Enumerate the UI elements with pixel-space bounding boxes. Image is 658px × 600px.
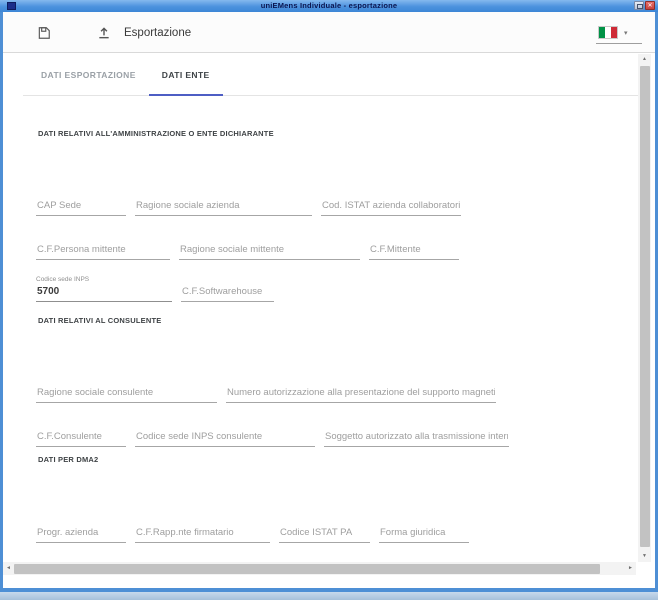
form-row — [36, 525, 620, 543]
horizontal-scrollbar-thumb[interactable] — [14, 564, 600, 574]
horizontal-scrollbar[interactable]: ◄ ► — [3, 562, 636, 575]
vertical-scrollbar-thumb[interactable] — [640, 66, 650, 547]
save-icon[interactable] — [37, 26, 51, 40]
field-cf-rappnte-firmatario — [135, 525, 270, 543]
tab-dati-ente[interactable]: DATI ENTE — [149, 53, 223, 96]
scroll-left-icon[interactable]: ◄ — [3, 562, 14, 575]
cf-persona-mittente-input[interactable] — [36, 242, 170, 260]
ente-form: DATI RELATIVI ALL'AMMINISTRAZIONE O ENTE… — [3, 129, 638, 543]
form-row — [36, 242, 620, 260]
field-cf-softwarehouse — [181, 276, 274, 302]
soggetto-autorizzato-input[interactable] — [324, 429, 509, 447]
field-cf-persona-mittente — [36, 242, 170, 260]
codice-istat-pa-input[interactable] — [279, 525, 370, 543]
titlebar: uniEMens Individuale - esportazione ✕ — [0, 0, 658, 12]
field-cf-mittente — [369, 242, 459, 260]
ragione-sociale-mittente-input[interactable] — [179, 242, 360, 260]
close-button[interactable]: ✕ — [645, 1, 655, 10]
form-row — [36, 429, 620, 447]
section-heading-dma2: DATI PER DMA2 — [38, 455, 620, 464]
codice-sede-inps-consulente-input[interactable] — [135, 429, 315, 447]
tab-bar: DATI ESPORTAZIONE DATI ENTE — [3, 53, 638, 96]
cf-consulente-input[interactable] — [36, 429, 126, 447]
toolbar: Esportazione ▾ — [0, 12, 658, 53]
field-ragione-sociale-consulente — [36, 385, 217, 403]
field-numero-autorizzazione — [226, 385, 496, 403]
ragione-sociale-azienda-input[interactable] — [135, 198, 312, 216]
app-window: uniEMens Individuale - esportazione ✕ Es… — [0, 0, 658, 592]
cod-istat-azienda-collaboratori-input[interactable] — [321, 198, 461, 216]
export-upload-icon[interactable] — [97, 26, 111, 40]
scroll-down-icon[interactable]: ▼ — [638, 551, 651, 562]
restore-button[interactable] — [634, 1, 644, 10]
cf-rappnte-firmatario-input[interactable] — [135, 525, 270, 543]
field-codice-istat-pa — [279, 525, 370, 543]
tab-dati-esportazione[interactable]: DATI ESPORTAZIONE — [28, 53, 149, 96]
field-ragione-sociale-azienda — [135, 198, 312, 216]
scroll-up-icon[interactable]: ▲ — [638, 54, 651, 65]
progr-azienda-input[interactable] — [36, 525, 126, 543]
codice-sede-inps-label: Codice sede INPS — [36, 276, 172, 283]
field-codice-sede-inps-consulente — [135, 429, 315, 447]
form-row — [36, 385, 620, 403]
window-border-bottom — [0, 588, 658, 592]
field-codice-sede-inps: Codice sede INPS — [36, 276, 172, 302]
numero-autorizzazione-input[interactable] — [226, 385, 496, 403]
field-cap-sede — [36, 198, 126, 216]
language-select[interactable]: ▾ — [596, 22, 642, 44]
section-heading-amministrazione: DATI RELATIVI ALL'AMMINISTRAZIONE O ENTE… — [38, 129, 620, 138]
window-border-left — [0, 12, 3, 592]
field-cf-consulente — [36, 429, 126, 447]
vertical-scrollbar[interactable]: ▲ ▼ — [638, 54, 651, 562]
field-progr-azienda — [36, 525, 126, 543]
toolbar-title: Esportazione — [124, 27, 191, 39]
forma-giuridica-input[interactable] — [379, 525, 469, 543]
cf-softwarehouse-input[interactable] — [181, 284, 274, 302]
chevron-down-icon: ▾ — [624, 29, 628, 37]
content-area: DATI ESPORTAZIONE DATI ENTE DATI RELATIV… — [3, 53, 638, 562]
form-row: Codice sede INPS — [36, 276, 620, 302]
field-cod-istat-azienda-collaboratori — [321, 198, 461, 216]
window-title: uniEMens Individuale - esportazione — [0, 0, 658, 12]
cf-mittente-input[interactable] — [369, 242, 459, 260]
codice-sede-inps-input[interactable] — [36, 284, 172, 302]
section-heading-consulente: DATI RELATIVI AL CONSULENTE — [38, 316, 620, 325]
field-soggetto-autorizzato — [324, 429, 509, 447]
scroll-right-icon[interactable]: ► — [625, 562, 636, 575]
desktop-background-strip — [0, 592, 658, 600]
italian-flag-icon — [598, 26, 618, 39]
ragione-sociale-consulente-input[interactable] — [36, 385, 217, 403]
cap-sede-input[interactable] — [36, 198, 126, 216]
field-forma-giuridica — [379, 525, 469, 543]
form-row — [36, 198, 620, 216]
field-ragione-sociale-mittente — [179, 242, 360, 260]
